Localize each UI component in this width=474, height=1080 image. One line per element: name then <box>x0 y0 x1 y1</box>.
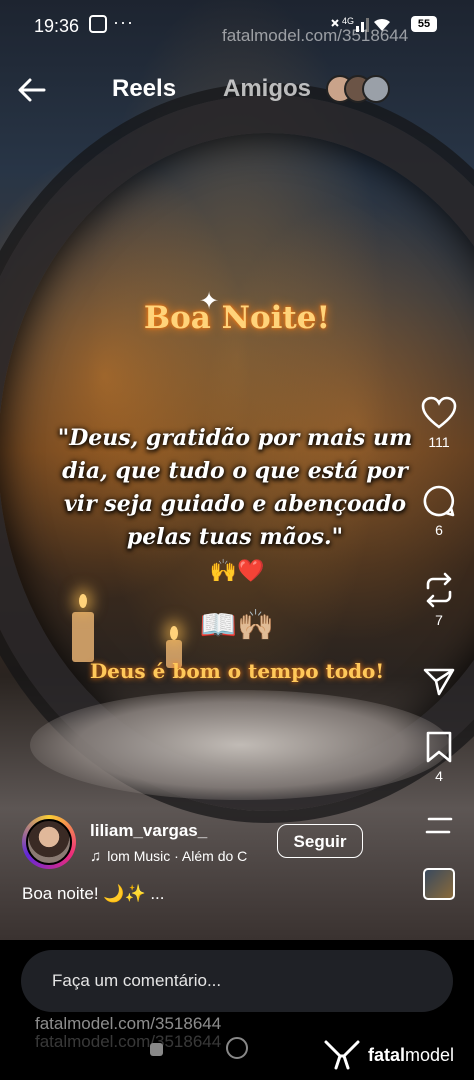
send-icon <box>423 668 455 696</box>
brand-name: fatalmodel <box>368 1045 454 1066</box>
quote-line: pelas tuas mãos." <box>126 524 344 550</box>
svg-text:4G: 4G <box>342 16 354 26</box>
comment-count: 6 <box>435 522 443 538</box>
quote-line: "Deus, gratidão por mais um <box>57 425 413 451</box>
fatalmodel-logo-icon <box>324 1040 360 1070</box>
quote-line: dia, que tudo o que está por <box>62 458 408 484</box>
tab-amigos[interactable]: Amigos <box>223 75 311 103</box>
avatar[interactable] <box>22 815 76 869</box>
emoji-book-hands: 📖🙌🏼 <box>199 609 275 642</box>
emoji-hands-heart: 🙌❤️ <box>209 558 265 583</box>
tab-reels[interactable]: Reels <box>112 75 176 103</box>
follow-button[interactable]: Seguir <box>277 824 363 858</box>
quote-line: vir seja guiado e abençoado <box>63 491 407 517</box>
home-icon[interactable] <box>226 1037 248 1059</box>
comment-placeholder: Faça um comentário... <box>52 971 222 990</box>
repost-icon <box>426 572 452 608</box>
share-button[interactable] <box>404 664 474 698</box>
bookmark-icon <box>426 731 452 763</box>
avatar-photo <box>26 819 72 865</box>
battery-icon: 55 <box>411 16 437 32</box>
comment-icon <box>423 485 455 517</box>
music-label[interactable]: ♫ lom Music · Além do C <box>90 848 266 865</box>
heart-icon <box>421 396 457 429</box>
post-caption[interactable]: Boa noite! 🌙✨ ... <box>22 884 165 904</box>
repost-button[interactable]: 7 <box>404 572 474 628</box>
instagram-notification-icon <box>89 15 107 33</box>
repost-count: 7 <box>435 612 443 628</box>
like-count: 111 <box>428 434 450 450</box>
more-notifications-icon: ··· <box>113 12 134 32</box>
username-link[interactable]: liliam_vargas_ <box>90 821 207 841</box>
like-button[interactable]: 111 <box>404 396 474 450</box>
friend-avatar[interactable] <box>362 75 390 103</box>
recent-apps-icon[interactable] <box>150 1043 163 1056</box>
save-button[interactable]: 4 <box>404 730 474 784</box>
candle-flame <box>79 594 87 608</box>
music-title: lom Music · Além do C <box>107 848 248 864</box>
quote-text: "Deus, gratidão por mais um dia, que tud… <box>50 422 420 554</box>
reels-top-nav: Reels Amigos <box>0 66 474 112</box>
status-bar: 19:36 ··· 4G 55 fatalmodel.com/3518644 <box>0 0 474 54</box>
brand-name-bold: fatal <box>368 1045 406 1065</box>
watermark-ghost-text: fatalmodel.com/3518644 <box>35 1032 222 1051</box>
brand-name-light: model <box>405 1045 455 1065</box>
greeting-text: Boa Noite! <box>143 300 331 336</box>
status-time: 19:36 <box>34 16 80 36</box>
watermark-text: fatalmodel.com/3518644 <box>222 26 409 45</box>
fur-blanket <box>30 690 450 800</box>
comment-button[interactable]: 6 <box>404 484 474 538</box>
author-row: liliam_vargas_ ♫ lom Music · Além do C Se… <box>22 815 462 875</box>
back-arrow-icon[interactable] <box>16 74 48 106</box>
music-note-icon: ♫ <box>90 848 102 865</box>
tagline-text: Deus é bom o tempo todo! <box>89 659 385 683</box>
comment-input[interactable]: Faça um comentário... <box>21 950 453 1012</box>
watermark-text: fatalmodel.com/3518644 <box>35 1014 222 1033</box>
save-count: 4 <box>435 768 443 784</box>
